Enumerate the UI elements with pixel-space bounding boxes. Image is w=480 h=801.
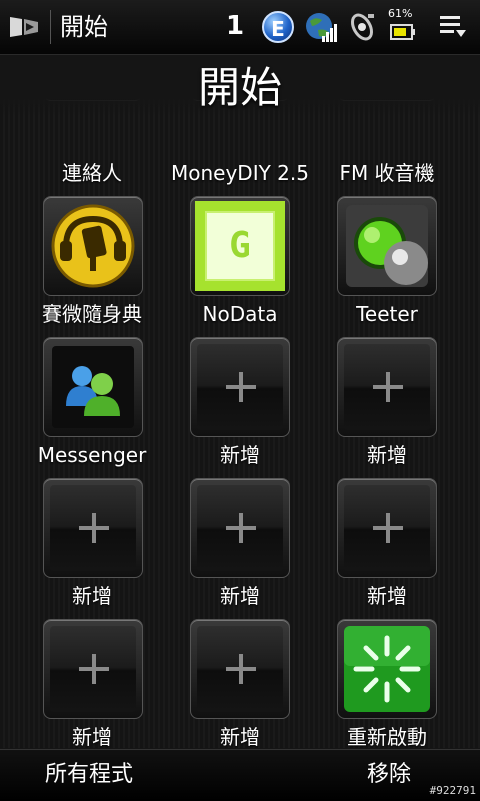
tile-label: MoneyDIY 2.5: [171, 161, 309, 185]
start-screen[interactable]: 開始 連絡人 II MoneyDIY 2.5 FM 收音機: [0, 55, 480, 748]
tile-dictionary[interactable]: [43, 196, 143, 296]
tile-label: 賽微隨身典: [42, 302, 142, 326]
tile-label: FM 收音機: [339, 161, 435, 185]
tile-add[interactable]: [337, 478, 437, 578]
tile-label: NoData: [202, 302, 278, 326]
page-title: 開始: [197, 63, 282, 112]
plus-icon: [386, 513, 390, 543]
tile-label: 新增: [367, 443, 407, 467]
tile-label: 重新啟動: [347, 725, 427, 748]
tile-label: 新增: [220, 443, 260, 467]
gps-satellite-icon[interactable]: [348, 10, 378, 44]
teeter-icon: [346, 205, 428, 287]
tile-nodata[interactable]: G: [190, 196, 290, 296]
plus-icon: [92, 513, 96, 543]
plus-icon: [92, 654, 96, 684]
tile-teeter[interactable]: [337, 196, 437, 296]
tile-add[interactable]: [43, 619, 143, 719]
plus-icon: [239, 372, 243, 402]
tile-restart[interactable]: [337, 619, 437, 719]
tile-add[interactable]: [190, 478, 290, 578]
menu-dropdown-icon[interactable]: [438, 14, 468, 40]
tile-label: Teeter: [356, 302, 418, 326]
tile-add[interactable]: [190, 619, 290, 719]
all-programs-softkey[interactable]: 所有程式: [45, 762, 133, 788]
edge-network-icon[interactable]: E: [262, 11, 294, 43]
tile-label: 新增: [72, 725, 112, 748]
battery-percent: 61%: [388, 7, 413, 20]
tile-add[interactable]: [337, 337, 437, 437]
tile-label: 新增: [220, 584, 260, 608]
remove-softkey[interactable]: 移除: [367, 762, 411, 788]
softkey-bar: 所有程式 移除 #922791: [0, 749, 480, 801]
tile-label: Messenger: [37, 443, 147, 467]
nodata-icon: G: [195, 201, 285, 291]
status-divider: [50, 10, 51, 44]
tile-add[interactable]: [190, 337, 290, 437]
tile-label: 新增: [220, 725, 260, 748]
restart-icon: [344, 626, 430, 712]
watermark-text: #922791: [429, 784, 476, 797]
tile-label: 新增: [367, 584, 407, 608]
signal-globe-icon[interactable]: [304, 10, 338, 44]
battery-icon[interactable]: [390, 24, 416, 40]
messenger-icon: [52, 346, 134, 428]
status-bar: 開始 1 E 61%: [0, 0, 480, 55]
windows-start-icon[interactable]: [6, 9, 42, 45]
tile-label: 新增: [72, 584, 112, 608]
plus-icon: [239, 654, 243, 684]
plus-icon: [386, 372, 390, 402]
plus-icon: [239, 513, 243, 543]
tile-messenger[interactable]: [43, 337, 143, 437]
tile-add[interactable]: [43, 478, 143, 578]
status-title: 開始: [60, 13, 108, 41]
dictionary-icon: [51, 204, 135, 288]
nodata-letter: G: [205, 211, 275, 281]
tile-label: 連絡人: [62, 161, 122, 185]
notification-count[interactable]: 1: [226, 11, 244, 41]
